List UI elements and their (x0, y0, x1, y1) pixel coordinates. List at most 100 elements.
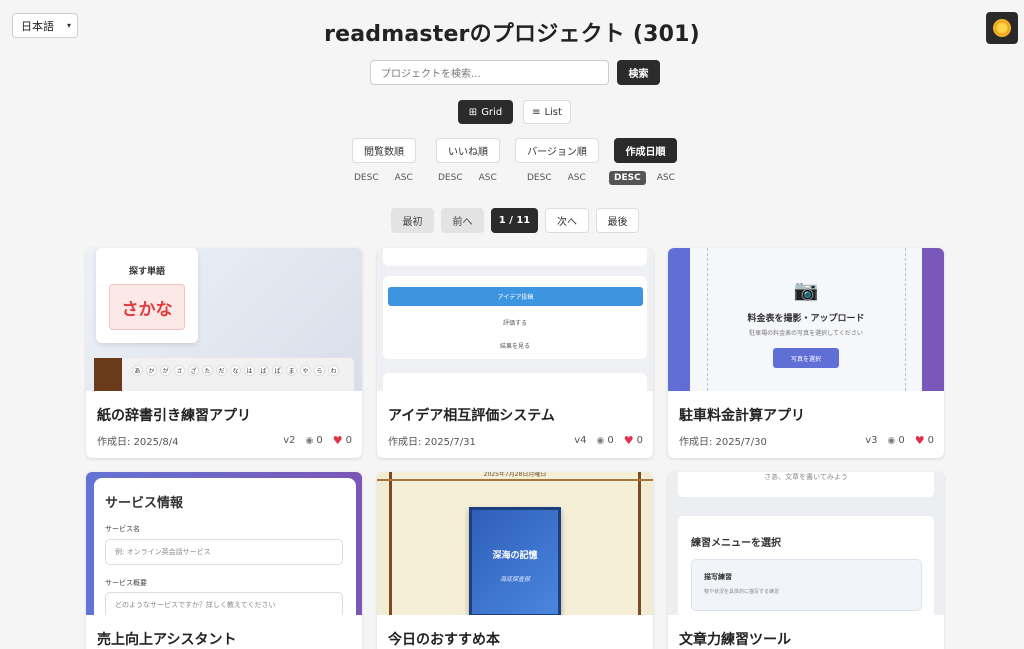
sort-likes-asc[interactable]: ASC (474, 171, 502, 185)
target-word: さかな (109, 284, 185, 330)
menu-item-subtitle: 物や状況を具体的に描写する練習 (704, 589, 780, 595)
card-thumbnail: アイデア投稿 評価する 結果を見る (377, 248, 653, 391)
current-page: 1 / 11 (491, 208, 538, 233)
kana-key: だ (216, 365, 227, 376)
book-title: 深海の記憶 (492, 551, 538, 561)
kana-panel: あかがさざただなはばぱまやらわ (122, 358, 354, 391)
search-input[interactable]: プロジェクトを検索... (370, 60, 609, 85)
likes-count: 0 (636, 435, 643, 446)
next-page-button[interactable]: 次へ (545, 208, 589, 233)
card-title: 文章力練習ツール (679, 632, 791, 648)
book-subtitle: 海底探査部 (499, 576, 530, 583)
grid-view-label: Grid (481, 106, 503, 118)
kana-key: ら (314, 365, 325, 376)
service-form: サービス情報 サービス名 例: オンライン英会話サービス サービス概要 どのよう… (94, 478, 356, 615)
sort-views-button[interactable]: 閲覧数順 (352, 138, 416, 163)
project-card[interactable]: さあ、文章を書いてみよう 練習メニューを選択 描写練習 物や状況を具体的に描写す… (668, 472, 944, 649)
search-button[interactable]: 検索 (617, 60, 660, 85)
likes-count: 0 (927, 435, 934, 446)
project-card[interactable]: アイデア投稿 評価する 結果を見る アイデア相互評価システム 作成日: 2025… (377, 248, 653, 458)
sort-version-desc[interactable]: DESC (522, 171, 557, 185)
menu-item: 描写練習 物や状況を具体的に描写する練習 (691, 559, 922, 611)
sort-version-button[interactable]: バージョン順 (515, 138, 599, 163)
form-input: 例: オンライン英会話サービス (105, 539, 343, 565)
card-thumbnail: 2025年7月28日月曜日 深海の記憶 海底探査部 (377, 472, 653, 615)
sort-version-asc[interactable]: ASC (563, 171, 591, 185)
last-page-button[interactable]: 最後 (596, 208, 639, 233)
first-page-button[interactable]: 最初 (391, 208, 434, 233)
card-date: 作成日: 2025/7/30 (679, 437, 767, 448)
list-view-button[interactable]: ≡ List (523, 100, 571, 124)
card-title: 駐車料金計算アプリ (679, 408, 805, 424)
eye-icon: ◉ (887, 435, 896, 446)
eye-icon: ◉ (305, 435, 314, 446)
search-bar: プロジェクトを検索... 検索 (370, 60, 660, 85)
form-label: サービス概要 (105, 579, 147, 587)
kana-key: ば (258, 365, 269, 376)
likes-stat[interactable]: ♥ 0 (915, 434, 934, 447)
today-date: 2025年7月28日月曜日 (377, 472, 653, 481)
sort-views-asc[interactable]: ASC (390, 171, 418, 185)
project-card[interactable]: 📷 料金表を撮影・アップロード 駐車場の料金表の写真を選択してください 写真を選… (668, 248, 944, 458)
views-stat: ◉ 0 (306, 435, 323, 446)
thumb-panel (383, 373, 647, 391)
card-meta: 作成日: 2025/7/31 v4 ◉ 0 ♥ 0 (388, 433, 643, 448)
likes-stat[interactable]: ♥ 0 (333, 434, 352, 447)
camera-icon: 📷 (793, 278, 819, 302)
views-stat: ◉ 0 (888, 435, 905, 446)
likes-stat[interactable]: ♥ 0 (624, 434, 643, 447)
kana-key: は (244, 365, 255, 376)
kana-row: あかがさざただなはばぱまやらわ (132, 365, 352, 376)
list-icon: ≡ (532, 106, 541, 118)
card-date: 作成日: 2025/7/31 (388, 437, 476, 448)
sort-likes-direction: DESC ASC (433, 171, 502, 185)
card-stats: v2 ◉ 0 ♥ 0 (283, 433, 352, 448)
project-card[interactable]: 探す単語 さかな あかがさざただなはばぱまやらわ 紙の辞書引き練習アプリ 作成日… (86, 248, 362, 458)
heart-icon: ♥ (332, 434, 343, 447)
list-view-label: List (544, 106, 562, 118)
card-meta: 作成日: 2025/8/4 v2 ◉ 0 ♥ 0 (97, 433, 352, 448)
kana-key: や (300, 365, 311, 376)
kana-key: あ (132, 365, 143, 376)
word-label: 探す単語 (128, 267, 165, 277)
eye-icon: ◉ (596, 435, 605, 446)
word-card: 探す単語 さかな (96, 248, 198, 343)
sort-date-desc[interactable]: DESC (609, 171, 646, 185)
kana-key: ざ (188, 365, 199, 376)
sort-likes-desc[interactable]: DESC (433, 171, 468, 185)
likes-count: 0 (345, 435, 352, 446)
pagination: 最初 前へ 1 / 11 次へ 最後 (391, 208, 639, 233)
form-title: サービス情報 (105, 496, 184, 511)
views-stat: ◉ 0 (597, 435, 614, 446)
sort-date-direction: DESC ASC (609, 171, 680, 185)
heart-icon: ♥ (914, 434, 925, 447)
views-count: 0 (607, 435, 614, 446)
sort-views-desc[interactable]: DESC (349, 171, 384, 185)
kana-key: わ (328, 365, 339, 376)
card-thumbnail: さあ、文章を書いてみよう 練習メニューを選択 描写練習 物や状況を具体的に描写す… (668, 472, 944, 615)
prev-page-button[interactable]: 前へ (441, 208, 484, 233)
card-title: 今日のおすすめ本 (388, 632, 500, 648)
view-toggle: ⊞ Grid ≡ List (458, 100, 571, 124)
grid-view-button[interactable]: ⊞ Grid (458, 100, 513, 124)
sort-likes-button[interactable]: いいね順 (436, 138, 500, 163)
upload-subtitle: 駐車場の料金表の写真を選択してください (749, 330, 863, 337)
card-version: v2 (283, 435, 296, 446)
menu-item-title: 描写練習 (704, 573, 732, 581)
thumb-panel (383, 248, 647, 266)
sort-date-button[interactable]: 作成日順 (614, 138, 677, 163)
card-title: 売上向上アシスタント (97, 632, 237, 648)
kana-key: な (230, 365, 241, 376)
form-label: サービス名 (105, 525, 140, 533)
card-version: v4 (574, 435, 587, 446)
card-stats: v4 ◉ 0 ♥ 0 (574, 433, 643, 448)
kana-key: ぱ (272, 365, 283, 376)
project-card[interactable]: 2025年7月28日月曜日 深海の記憶 海底探査部 今日のおすすめ本 (377, 472, 653, 649)
views-count: 0 (316, 435, 323, 446)
card-date: 作成日: 2025/8/4 (97, 437, 179, 448)
sort-date-asc[interactable]: ASC (652, 171, 680, 185)
project-card[interactable]: サービス情報 サービス名 例: オンライン英会話サービス サービス概要 どのよう… (86, 472, 362, 649)
dictionary-book (94, 358, 122, 391)
prompt-text: さあ、文章を書いてみよう (764, 473, 848, 481)
book-cover: 深海の記憶 海底探査部 (469, 507, 561, 615)
